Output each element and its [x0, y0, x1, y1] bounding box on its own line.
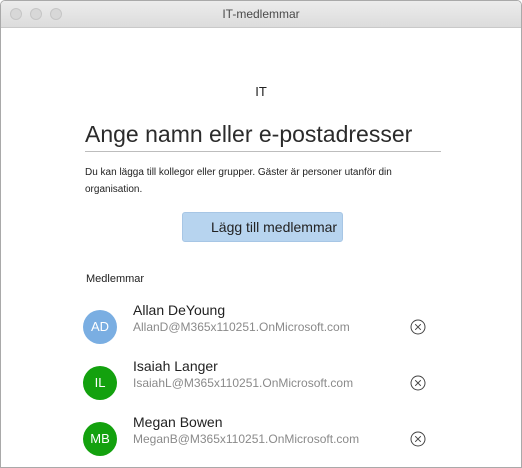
avatar: MB: [83, 422, 117, 456]
avatar: AD: [83, 310, 117, 344]
title-bar[interactable]: IT-medlemmar: [1, 1, 521, 28]
circle-x-icon[interactable]: [410, 375, 426, 391]
add-members-button[interactable]: Lägg till medlemmar: [182, 212, 343, 242]
member-search-input[interactable]: [85, 117, 441, 152]
member-email: IsaiahL@M365x110251.OnMicrosoft.com: [133, 376, 354, 390]
hint-text: Du kan lägga till kollegor eller grupper…: [85, 167, 392, 195]
member-row: MB Megan Bowen MeganB@M365x110251.OnMicr…: [1, 414, 521, 467]
window-title: IT-medlemmar: [222, 7, 300, 21]
group-name: IT: [255, 84, 267, 99]
members-heading: Medlemmar: [86, 273, 145, 285]
member-name: Allan DeYoung: [133, 302, 226, 318]
circle-x-icon[interactable]: [410, 431, 426, 447]
circle-x-icon[interactable]: [410, 319, 426, 335]
member-name: Megan Bowen: [133, 414, 223, 430]
member-email: AllanD@M365x110251.OnMicrosoft.com: [133, 320, 350, 334]
dialog-window: IT-medlemmar IT Du kan lägga till kolleg…: [0, 0, 522, 468]
member-row: AD Allan DeYoung AllanD@M365x110251.OnMi…: [1, 302, 521, 360]
member-name: Isaiah Langer: [133, 358, 218, 374]
member-email: MeganB@M365x110251.OnMicrosoft.com: [133, 432, 360, 446]
avatar: IL: [83, 366, 117, 400]
member-row: IL Isaiah Langer IsaiahL@M365x110251.OnM…: [1, 358, 521, 416]
